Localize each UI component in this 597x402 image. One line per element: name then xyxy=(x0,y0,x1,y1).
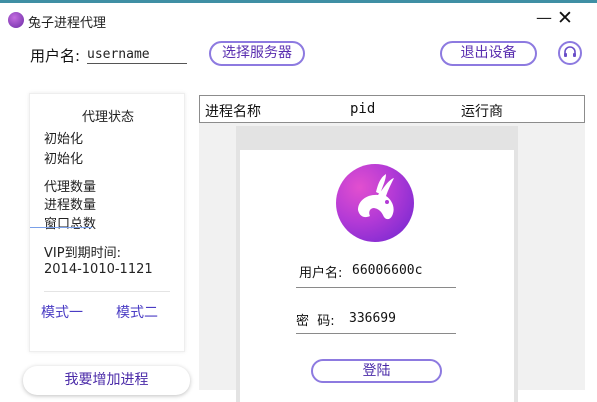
status-title: 代理状态 xyxy=(81,110,134,125)
app-rabbit-icon xyxy=(8,12,24,28)
username-value: username xyxy=(87,47,187,64)
login-button[interactable]: 登陆 xyxy=(311,359,442,383)
headset-icon[interactable] xyxy=(558,41,582,65)
column-process-name[interactable]: 进程名称 xyxy=(205,101,261,121)
username-label: 用户名: xyxy=(30,47,81,65)
rabbit-icon xyxy=(336,164,414,242)
status-line-1: 初始化 xyxy=(44,132,84,147)
logout-device-button[interactable]: 退出设备 xyxy=(440,41,537,66)
table-header: 进程名称 pid 运行商 xyxy=(199,95,585,123)
tab-mode-one[interactable]: 模式一 xyxy=(41,302,83,322)
proxy-count-label: 代理数量 xyxy=(44,180,97,195)
active-tab-underline xyxy=(30,227,92,228)
mode-divider xyxy=(44,291,170,292)
column-carrier[interactable]: 运行商 xyxy=(461,101,503,121)
add-process-button[interactable]: 我要增加进程 xyxy=(23,366,190,395)
close-button[interactable]: ✕ xyxy=(553,8,577,30)
select-server-button[interactable]: 选择服务器 xyxy=(209,41,305,66)
login-username-label: 用户名: xyxy=(299,266,343,281)
vip-expiry-value: 2014-1010-1121 xyxy=(44,262,153,277)
login-password-input[interactable]: 336699 xyxy=(349,311,396,326)
username-underline xyxy=(296,287,456,288)
password-underline xyxy=(296,333,456,334)
window-title: 兔子进程代理 xyxy=(28,16,107,31)
column-pid[interactable]: pid xyxy=(350,101,375,117)
tab-mode-two[interactable]: 模式二 xyxy=(116,302,158,322)
process-count-label: 进程数量 xyxy=(44,198,97,213)
status-line-2: 初始化 xyxy=(44,152,84,167)
login-password-label: 密 码: xyxy=(296,314,335,329)
proxy-status-panel: 代理状态 初始化 初始化 代理数量 进程数量 窗口总数 VIP到期时间: 201… xyxy=(29,93,185,352)
window-total-label: 窗口总数 xyxy=(44,217,97,232)
login-username-input[interactable]: 66006600c xyxy=(352,263,422,278)
title-bar[interactable]: 兔子进程代理 — ✕ xyxy=(0,3,597,36)
vip-expiry-label: VIP到期时间: xyxy=(44,246,121,261)
